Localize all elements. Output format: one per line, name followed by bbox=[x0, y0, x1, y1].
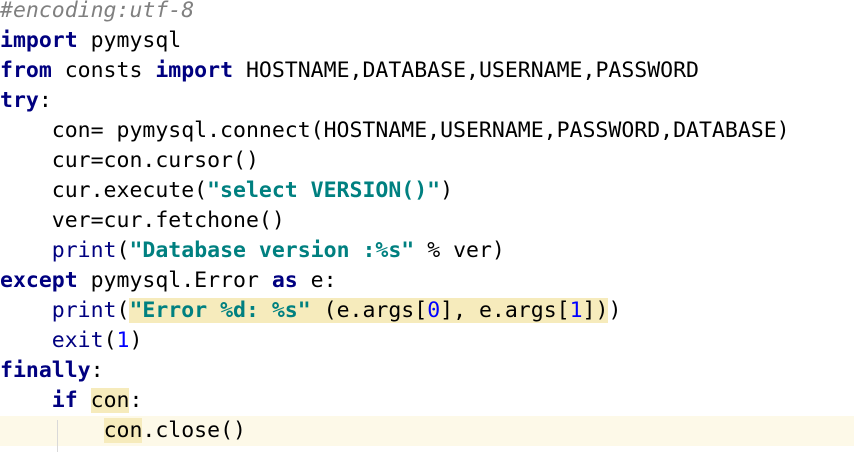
code-line-6[interactable]: cur=con.cursor() bbox=[0, 146, 854, 176]
code-token: % ver) bbox=[414, 238, 505, 263]
code-line-13[interactable]: finally: bbox=[0, 356, 854, 386]
code-token: #encoding:utf-8 bbox=[0, 0, 195, 23]
code-token: : bbox=[38, 88, 52, 113]
code-token: exit bbox=[51, 328, 104, 353]
code-token: (e.args[ bbox=[310, 298, 428, 323]
code-line-9[interactable]: print("Database version :%s" % ver) bbox=[0, 236, 854, 266]
code-line-3[interactable]: from consts import HOSTNAME,DATABASE,USE… bbox=[0, 56, 854, 86]
code-token: import bbox=[155, 58, 234, 83]
code-token: "select VERSION()" bbox=[207, 178, 441, 203]
code-token: try bbox=[0, 88, 39, 113]
code-line-8[interactable]: ver=cur.fetchone() bbox=[0, 206, 854, 236]
code-line-14[interactable]: if con: bbox=[0, 386, 854, 416]
code-token: "Error %d: %s" bbox=[129, 298, 311, 323]
code-token: print bbox=[51, 298, 117, 323]
code-line-4[interactable]: try: bbox=[0, 86, 854, 116]
code-line-1[interactable]: #encoding:utf-8 bbox=[0, 0, 854, 26]
code-token: except bbox=[0, 268, 78, 293]
indent-guide bbox=[57, 420, 58, 452]
code-token: con bbox=[90, 388, 130, 413]
code-line-10[interactable]: except pymysql.Error as e: bbox=[0, 266, 854, 296]
code-token: ], e.args[ bbox=[440, 298, 570, 323]
code-token: HOSTNAME,DATABASE,USERNAME,PASSWORD bbox=[233, 58, 700, 83]
code-token: con= pymysql.connect(HOSTNAME,USERNAME,P… bbox=[0, 118, 790, 143]
code-token: pymysql bbox=[77, 28, 182, 53]
code-token: consts bbox=[51, 58, 156, 83]
code-token: if bbox=[51, 388, 78, 413]
code-token: .close() bbox=[142, 418, 246, 443]
code-editor[interactable]: #encoding:utf-8 import pymysql from consts… bbox=[0, 0, 854, 452]
code-token: ( bbox=[103, 328, 117, 353]
code-token: finally bbox=[0, 358, 91, 383]
code-token: ) bbox=[440, 178, 454, 203]
code-token: con bbox=[103, 418, 143, 443]
code-token: print bbox=[51, 238, 117, 263]
code-token: e: bbox=[297, 268, 337, 293]
code-line-12[interactable]: exit(1) bbox=[0, 326, 854, 356]
code-token: pymysql.Error bbox=[77, 268, 272, 293]
code-line-15[interactable]: con.close() bbox=[0, 416, 854, 446]
code-token: ( bbox=[116, 238, 130, 263]
code-token: ) bbox=[129, 328, 143, 353]
code-token: 1 bbox=[569, 298, 583, 323]
code-line-7[interactable]: cur.execute("select VERSION()") bbox=[0, 176, 854, 206]
code-token: : bbox=[90, 358, 104, 383]
code-token: cur.execute( bbox=[0, 178, 208, 203]
code-line-5[interactable]: con= pymysql.connect(HOSTNAME,USERNAME,P… bbox=[0, 116, 854, 146]
code-token: as bbox=[271, 268, 298, 293]
code-token: 1 bbox=[116, 328, 130, 353]
code-line-11[interactable]: print("Error %d: %s" (e.args[0], e.args[… bbox=[0, 296, 854, 326]
code-token: ver=cur.fetchone() bbox=[0, 208, 285, 233]
code-line-2[interactable]: import pymysql bbox=[0, 26, 854, 56]
code-token: ]) bbox=[582, 298, 609, 323]
code-token: 0 bbox=[427, 298, 441, 323]
code-token: ( bbox=[116, 298, 130, 323]
code-token: from bbox=[0, 58, 52, 83]
code-token: "Database version :%s" bbox=[129, 238, 415, 263]
code-token: : bbox=[129, 388, 143, 413]
code-token: ) bbox=[608, 298, 622, 323]
code-token: cur=con.cursor() bbox=[0, 148, 259, 173]
code-token: import bbox=[0, 28, 78, 53]
